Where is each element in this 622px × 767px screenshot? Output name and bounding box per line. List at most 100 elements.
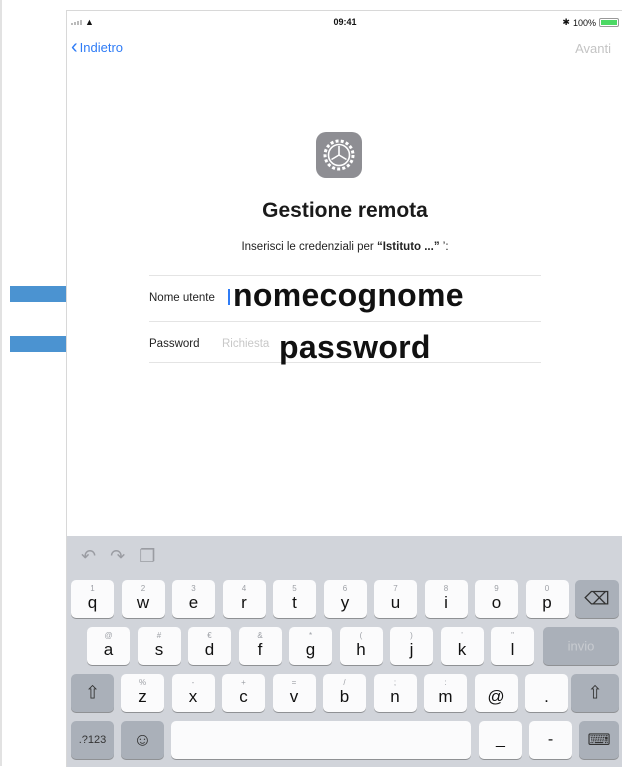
key-l[interactable]: " l (491, 627, 534, 665)
password-annotation: password (279, 329, 431, 365)
key-hint: 5 (292, 584, 297, 593)
key-hint: 3 (191, 584, 196, 593)
key-q[interactable]: 1q (71, 580, 114, 618)
battery-icon (599, 18, 619, 27)
key-label: g (305, 640, 316, 659)
paste-icon[interactable]: ❐ (139, 546, 155, 567)
numbers-label: .?123 (78, 734, 107, 746)
key-hint: # (156, 631, 162, 640)
key-r[interactable]: 4r (222, 580, 266, 618)
key-w[interactable]: 2w (121, 580, 165, 618)
key-label: i (444, 593, 448, 612)
bluetooth-icon: ✱ (562, 17, 570, 27)
key-label: x (188, 687, 198, 706)
shift-key-left[interactable]: ⇧ (71, 674, 114, 712)
back-button[interactable]: ‹ Indietro (71, 36, 124, 58)
key-hint: + (241, 678, 246, 687)
redo-icon[interactable]: ↷ (110, 546, 125, 567)
key-n[interactable]: ; n (373, 674, 417, 712)
subtitle-prefix: Inserisci le credenziali per (241, 241, 377, 253)
key-t[interactable]: 5t (273, 580, 316, 618)
back-label: Indietro (79, 39, 124, 55)
undo-icon[interactable]: ↶ (81, 546, 96, 567)
keyboard-dismiss-icon: ⌨ (587, 732, 611, 749)
backspace-key[interactable]: ⌫ (575, 580, 619, 618)
key-label: o (491, 593, 502, 612)
key-c[interactable]: + c (222, 674, 265, 712)
underscore-label: _ (496, 731, 505, 748)
key-o[interactable]: 9o (475, 580, 518, 618)
shift-icon: ⇧ (84, 682, 101, 703)
password-label: Password (149, 338, 200, 350)
key-a[interactable]: @ a (87, 627, 130, 665)
subtitle-suffix: ’: (439, 241, 449, 253)
key-label: t (292, 593, 297, 612)
key-label: m (438, 687, 453, 706)
key-s[interactable]: # s (137, 627, 181, 665)
key-label: u (390, 593, 401, 612)
key-label: h (356, 640, 366, 659)
key-z[interactable]: % z (121, 674, 164, 712)
numbers-key[interactable]: .?123 (71, 721, 114, 759)
key-y[interactable]: 6y (323, 580, 367, 618)
dash-key[interactable]: - (529, 721, 572, 759)
chevron-left-icon: ‹ (71, 36, 78, 58)
key-f[interactable]: & f (238, 627, 282, 665)
battery-percent: 100% (572, 17, 596, 28)
key-p[interactable]: 0p (525, 580, 569, 618)
key-label: q (87, 593, 98, 612)
key-hint: 6 (342, 584, 348, 593)
status-right: ✱ 100% (562, 17, 619, 28)
dash-label: - (547, 731, 554, 748)
shift-key-right[interactable]: ⇧ (571, 674, 619, 712)
dismiss-keyboard-key[interactable]: ⌨ (579, 721, 619, 759)
key-j[interactable]: ) j (390, 627, 433, 665)
key-label: r (241, 593, 247, 612)
key-hint: 0 (544, 584, 550, 593)
status-time: 09:41 (333, 17, 357, 27)
key-label: @ (487, 687, 505, 706)
key-label: . (544, 687, 549, 706)
key-b[interactable]: / b (323, 674, 366, 712)
key-label: k (457, 640, 467, 659)
underscore-key[interactable]: _ (479, 721, 522, 759)
key-hint: % (138, 678, 147, 687)
key-label: a (103, 640, 114, 659)
key-hint: = (291, 678, 297, 687)
key-u[interactable]: 7u (374, 580, 417, 618)
key-label: l (510, 640, 515, 659)
key-label: w (136, 593, 150, 612)
key-hint: 9 (494, 584, 499, 593)
key-g[interactable]: * g (289, 627, 332, 665)
key-hint: & (257, 631, 263, 640)
emoji-key[interactable]: ☺ (121, 721, 164, 759)
key-x[interactable]: -x (171, 674, 215, 712)
key-h[interactable]: (h (339, 627, 383, 665)
keyboard: ↶ ↷ ❐ 1 q 2 w 3 e 4 r 5 t 6 y 7 u 8 i 9 o 0 p ⌫ @ a # s € d & f * g(h)… (67, 536, 622, 767)
credentials-subtitle: Inserisci le credenziali per “Istituto .… (67, 241, 622, 253)
key-hint: 2 (140, 584, 146, 593)
subtitle-organization: “Istituto ...” (376, 241, 440, 253)
return-key[interactable]: invio (543, 627, 619, 665)
status-bar: ▲ 09:41 ✱ 100% (67, 11, 622, 33)
key-i[interactable]: 8i (424, 580, 468, 618)
key-d[interactable]: € d (188, 627, 231, 665)
key-hint: € (207, 631, 212, 640)
key-m[interactable]: :m (424, 674, 467, 712)
key-k[interactable]: ’ k (440, 627, 484, 665)
username-label: Nome utente (149, 292, 215, 304)
key-at[interactable]: @ (474, 674, 518, 712)
key-v[interactable]: = v (272, 674, 316, 712)
space-key[interactable] (171, 721, 471, 759)
key-label: p (542, 593, 552, 612)
device-screen: ▲ 09:41 ✱ 100% ‹ Indietro Avanti Gestion… (66, 10, 622, 767)
next-button[interactable]: Avanti (575, 41, 611, 56)
key-e[interactable]: 3e (172, 580, 215, 618)
key-hint: 8 (443, 584, 449, 593)
key-label: c (239, 687, 248, 706)
key-hint: @ (104, 631, 113, 640)
backspace-icon: ⌫ (584, 588, 610, 609)
key-period[interactable]: . (525, 674, 568, 712)
key-label: f (257, 640, 263, 659)
key-label: v (289, 687, 299, 706)
